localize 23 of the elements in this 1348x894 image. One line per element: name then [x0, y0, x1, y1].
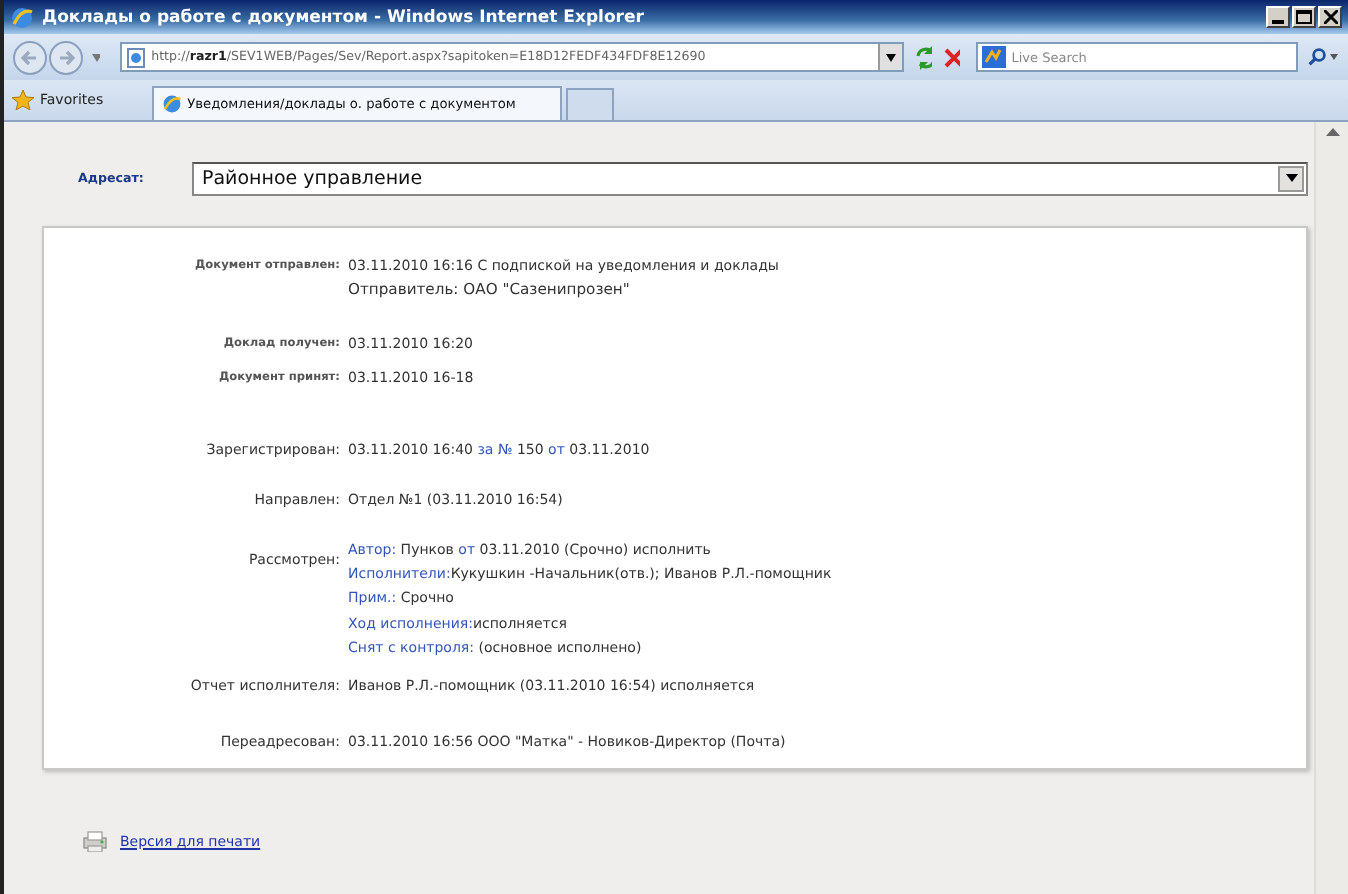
- scroll-up-icon[interactable]: [1325, 128, 1339, 136]
- dropdown-arrow-icon[interactable]: [885, 53, 896, 61]
- refresh-button[interactable]: [911, 43, 932, 71]
- star-icon: [12, 90, 34, 110]
- maximize-button[interactable]: [1292, 6, 1316, 28]
- close-button[interactable]: [1318, 6, 1342, 28]
- addressee-select[interactable]: Районное управление: [192, 161, 1308, 195]
- minimize-button[interactable]: [1266, 6, 1290, 28]
- page-icon: [161, 94, 182, 114]
- forward-button[interactable]: [48, 39, 84, 75]
- maximize-icon: [1296, 10, 1312, 24]
- printer-icon: [82, 830, 108, 852]
- search-provider-icon: [981, 46, 1006, 68]
- stop-button[interactable]: [939, 43, 960, 71]
- browser-icon: [10, 5, 34, 29]
- close-icon: [1323, 10, 1337, 24]
- scrollbar[interactable]: [1314, 122, 1348, 894]
- page-icon: [125, 47, 146, 67]
- dropdown-arrow-icon: [1285, 174, 1297, 182]
- back-button[interactable]: [12, 39, 48, 75]
- window-title: Доклады о работе с документом - Windows Internet Explorer: [42, 7, 646, 27]
- caret-icon: [1329, 54, 1338, 60]
- search-icon: [1307, 48, 1326, 66]
